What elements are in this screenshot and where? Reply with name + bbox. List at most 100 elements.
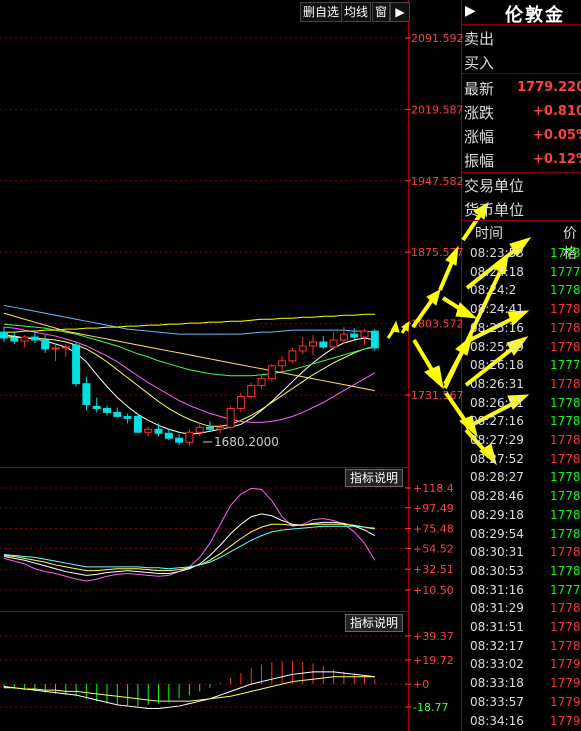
candle — [288, 347, 297, 363]
arrow-up-1 — [386, 320, 400, 339]
indicator1-tick-label: +10.50 — [413, 584, 454, 597]
candle-body — [247, 385, 256, 398]
quote-row-value: +0.05% — [533, 128, 581, 143]
arrow-down-1 — [412, 338, 444, 390]
tick-price: 1778. — [550, 283, 581, 298]
candle — [82, 376, 91, 411]
candle — [226, 406, 235, 430]
moving-average-lines — [3, 304, 376, 435]
candle-body — [288, 350, 297, 362]
candle — [154, 423, 163, 437]
tick-row: 08:28:46 1778. — [461, 489, 581, 507]
candle — [103, 405, 111, 416]
candle — [309, 335, 317, 355]
candle — [278, 355, 287, 372]
delete-favorite-button[interactable]: 删自选 — [300, 2, 343, 22]
tick-row: 08:33:57 1779. — [461, 695, 581, 713]
tick-price: 1778. — [550, 470, 581, 485]
tick-price: 1779. — [550, 694, 581, 709]
candle — [92, 397, 101, 413]
tick-time: 08:24:18 — [470, 264, 524, 279]
quote-row-label: 交易单位 — [464, 177, 525, 195]
candle-body — [360, 330, 369, 338]
tick-row: 08:26:51 1778. — [461, 396, 581, 414]
price-tick-label: 1731.567 — [411, 389, 464, 402]
tick-row: 08:29:54 1778. — [461, 527, 581, 545]
candle — [370, 329, 379, 351]
indicator1-help-button[interactable]: 指标说明 — [345, 469, 404, 487]
tick-time: 08:30:31 — [470, 545, 524, 560]
tick-row: 08:30:31 1778. — [461, 545, 581, 563]
quote-row-value: +0.8100 — [533, 104, 581, 119]
quote-row: 振幅 +0.12% — [461, 148, 581, 172]
tick-price: 1778. — [550, 451, 581, 466]
tick-price: 1778. — [550, 339, 581, 354]
tick-row: 08:29:18 1778. — [461, 508, 581, 526]
candle — [0, 327, 8, 343]
candle-body — [226, 407, 235, 428]
moving-average-button[interactable]: 均线 — [341, 2, 372, 22]
quote-separator-1 — [461, 73, 581, 74]
expand-arrow-icon[interactable]: ▶ — [465, 3, 476, 19]
tick-price: 1778. — [550, 302, 581, 317]
indicator1-tick-label: +97.49 — [413, 502, 454, 515]
candle-body — [350, 333, 359, 338]
candle-body — [10, 337, 19, 342]
candle — [133, 413, 142, 434]
tick-time: 08:31:16 — [470, 582, 524, 597]
quote-row-label: 涨跌 — [464, 104, 495, 122]
candle — [123, 413, 132, 424]
tick-time: 08:32:17 — [470, 638, 524, 653]
tick-row: 08:34:16 1779. — [461, 714, 581, 731]
tick-row: 08:28:27 1778. — [461, 470, 581, 488]
indicator2-help-button[interactable]: 指标说明 — [345, 614, 404, 632]
ma-line — [4, 336, 375, 427]
tick-price: 1778. — [550, 526, 581, 541]
candle-body — [298, 345, 307, 352]
candle-body — [236, 396, 245, 409]
indicator1-tick-label: +118.4 — [413, 482, 454, 495]
tick-row: 08:31:51 1778. — [461, 620, 581, 638]
collapse-arrow-icon[interactable]: ▶ — [390, 2, 410, 22]
quote-row-value: 1779.2200 — [517, 80, 581, 95]
price-tick-label: 2019.587 — [411, 103, 464, 116]
tick-price: 1779. — [550, 713, 581, 728]
candle — [236, 392, 245, 412]
price-tick-label: 1947.582 — [411, 175, 464, 188]
candle-body — [278, 360, 287, 367]
candle-body — [133, 415, 142, 433]
tick-time: 08:25:16 — [470, 320, 524, 335]
tick-row: 08:24:41 1778. — [461, 302, 581, 320]
tick-price: 1778. — [550, 563, 581, 578]
tick-time: 08:27:52 — [470, 451, 524, 466]
candle — [360, 329, 369, 345]
tick-price: 1778. — [550, 507, 581, 522]
candle — [10, 332, 19, 344]
tick-price: 1778. — [550, 489, 581, 504]
indicator1-line — [3, 523, 375, 572]
candle — [329, 332, 338, 350]
window-button[interactable]: 窗 — [372, 2, 391, 22]
indicator1-tick-label: +54.52 — [413, 542, 454, 555]
ma-line — [3, 312, 375, 392]
candle-body — [51, 347, 60, 350]
candle — [72, 342, 81, 387]
tick-price: 1778. — [550, 545, 581, 560]
tick-row: 08:24:18 1777. — [461, 265, 581, 283]
candle-body — [206, 426, 214, 430]
tick-time: 08:27:16 — [470, 414, 524, 429]
candle-body — [103, 407, 111, 413]
tick-price: 1778. — [550, 395, 581, 410]
indicator2-tick-label: -18.77 — [413, 701, 448, 714]
candle-body — [123, 415, 132, 419]
indicator2-tick-label: +0 — [413, 678, 429, 691]
quote-row-label: 买入 — [464, 54, 495, 72]
quote-row-label: 最新 — [464, 80, 495, 98]
tick-time: 08:29:18 — [470, 507, 524, 522]
tick-time: 08:24:2 — [470, 283, 517, 298]
quote-row: 卖出 — [461, 26, 581, 50]
quote-row: 涨幅 +0.05% — [461, 124, 581, 148]
instrument-name: 伦敦金 — [505, 5, 565, 26]
tick-time: 08:26:18 — [470, 358, 524, 373]
quote-row: 交易单位 — [461, 173, 581, 197]
